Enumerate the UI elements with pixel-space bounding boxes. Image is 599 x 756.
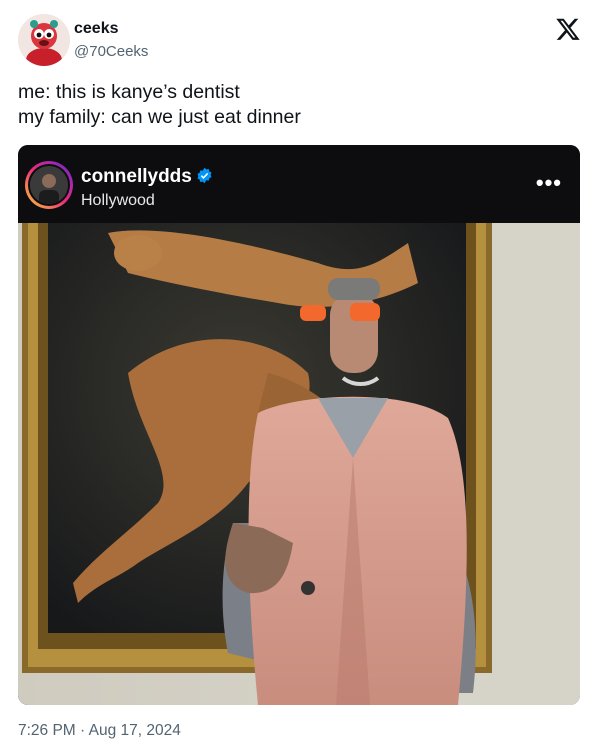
tweet-header: ceeks @70Ceeks: [16, 12, 583, 68]
tweet-timestamp[interactable]: 7:26 PM · Aug 17, 2024: [18, 721, 181, 741]
embedded-media[interactable]: connellydds Hollywood •••: [18, 145, 580, 705]
instagram-avatar[interactable]: [28, 164, 70, 206]
instagram-location[interactable]: Hollywood: [81, 191, 155, 211]
tweet-line: me: this is kanye’s dentist: [18, 81, 240, 103]
author-name[interactable]: ceeks: [74, 19, 119, 39]
post-photo[interactable]: [18, 223, 580, 705]
instagram-username-text[interactable]: connellydds: [81, 166, 192, 187]
tweet-line: my family: can we just eat dinner: [18, 106, 301, 128]
verified-badge-icon: [196, 167, 213, 184]
tweet-card: ceeks @70Ceeks me: this is kanye’s denti…: [0, 0, 599, 756]
x-logo-icon[interactable]: [555, 16, 581, 42]
avatar[interactable]: [18, 14, 70, 66]
author-handle[interactable]: @70Ceeks: [74, 42, 148, 62]
story-ring[interactable]: [25, 161, 73, 209]
instagram-post-header: connellydds Hollywood •••: [18, 145, 580, 223]
instagram-username[interactable]: connellydds: [81, 166, 213, 188]
more-options-icon[interactable]: •••: [536, 172, 562, 194]
tweet-text: me: this is kanye’s dentist my family: c…: [18, 80, 581, 130]
